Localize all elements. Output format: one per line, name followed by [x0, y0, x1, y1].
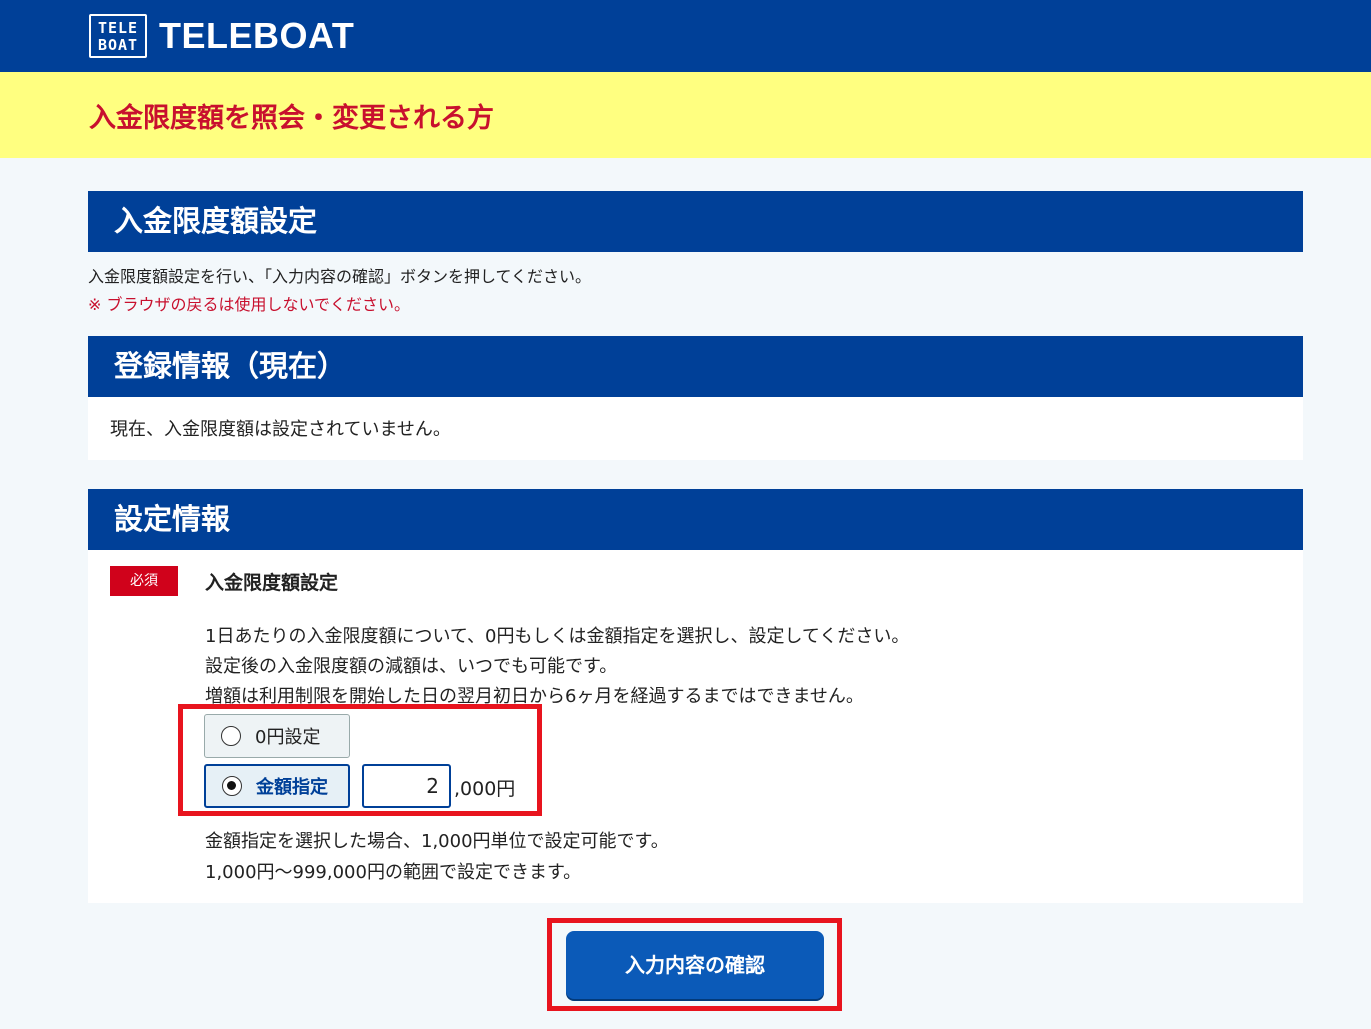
amount-input[interactable]: [362, 764, 451, 808]
page-title: 入金限度額を照会・変更される方: [89, 103, 494, 134]
section-heading-current: 登録情報（現在）: [88, 336, 1303, 397]
note-line: 1,000円～999,000円の範囲で設定できます。: [205, 862, 582, 883]
current-info-box: 現在、入金限度額は設定されていません。: [88, 397, 1303, 460]
logo-mark: TELE BOAT: [89, 14, 147, 58]
warning-text: ※ ブラウザの戻るは使用しないでください。: [88, 295, 411, 314]
confirm-button[interactable]: 入力内容の確認: [566, 931, 824, 999]
radio-zero-yen-label: 0円設定: [255, 727, 321, 748]
radio-zero-yen[interactable]: 0円設定: [204, 714, 350, 758]
note-line: 金額指定を選択した場合、1,000円単位で設定可能です。: [205, 831, 669, 852]
section-heading-limit: 入金限度額設定: [88, 191, 1303, 252]
required-badge: 必須: [110, 566, 178, 596]
title-band: 入金限度額を照会・変更される方: [0, 72, 1371, 158]
radio-amount[interactable]: 金額指定: [204, 764, 350, 808]
desc-line: 1日あたりの入金限度額について、0円もしくは金額指定を選択し、設定してください。: [205, 626, 910, 647]
current-info-text: 現在、入金限度額は設定されていません。: [110, 419, 451, 440]
logo-text: TELEBOAT: [159, 15, 355, 56]
field-label: 入金限度額設定: [205, 572, 339, 594]
radio-unchecked-icon: [221, 726, 241, 746]
instruction-text: 入金限度額設定を行い、「入力内容の確認」ボタンを押してください。: [88, 267, 592, 286]
teleboat-logo[interactable]: TELE BOAT TELEBOAT: [89, 14, 354, 58]
radio-checked-icon: [222, 776, 242, 796]
amount-suffix: ,000円: [454, 778, 516, 800]
desc-line: 設定後の入金限度額の減額は、いつでも可能です。: [205, 656, 618, 677]
settings-box: 必須 入金限度額設定 1日あたりの入金限度額について、0円もしくは金額指定を選択…: [88, 550, 1303, 903]
section-heading-settings: 設定情報: [88, 489, 1303, 550]
header: TELE BOAT TELEBOAT: [0, 0, 1371, 72]
radio-amount-label: 金額指定: [256, 777, 328, 798]
